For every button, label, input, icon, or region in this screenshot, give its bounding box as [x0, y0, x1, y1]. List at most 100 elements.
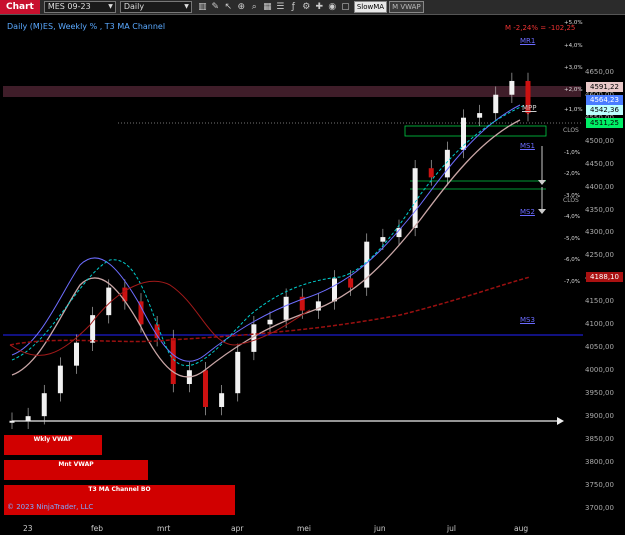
- candle-body: [267, 319, 273, 325]
- y-tick-label: 3800,00: [585, 458, 614, 467]
- candle-body: [74, 342, 79, 366]
- chart-tab[interactable]: Chart: [0, 0, 40, 14]
- copyright: © 2023 NinjaTrader, LLC: [7, 503, 94, 511]
- y-tick-label: 4500,00: [585, 136, 614, 145]
- instrument-selector[interactable]: MES 09-23 ▼: [43, 1, 116, 13]
- x-tick-label: 23: [23, 524, 33, 533]
- t3-upper-band: [11, 104, 521, 362]
- y-tick-label: 4100,00: [585, 320, 614, 329]
- horizontal-arrow-head: [557, 417, 564, 425]
- window-icon[interactable]: ▢: [340, 2, 351, 13]
- candle-body: [509, 80, 515, 95]
- monthly-vwap-box: Mnt VWAP: [4, 460, 148, 480]
- camera-icon[interactable]: ◉: [327, 2, 338, 13]
- close-label-1: CLOS: [563, 127, 579, 134]
- candle-body: [57, 365, 63, 394]
- y-tick-label: 3850,00: [585, 435, 614, 444]
- pct-level-label: -3,0%: [564, 193, 580, 199]
- y-tick-label: 3950,00: [585, 389, 614, 398]
- x-tick-label: jul: [447, 524, 456, 533]
- pct-level-label: +3,0%: [564, 65, 583, 71]
- y-tick-label: 4650,00: [585, 67, 614, 76]
- candle-body: [106, 287, 112, 316]
- fx-icon[interactable]: ƒ: [288, 2, 299, 13]
- y-tick-label: 4300,00: [585, 228, 614, 237]
- dropdown-arrow-icon: ▼: [184, 3, 189, 10]
- pencil-icon[interactable]: ✎: [210, 2, 221, 13]
- candle-body: [235, 351, 241, 394]
- candle-body: [380, 237, 386, 242]
- y-tick-label: 4050,00: [585, 343, 614, 352]
- pivot-mr1: MR1: [520, 37, 536, 45]
- properties-icon[interactable]: ☰: [275, 2, 286, 13]
- pivot-ms1: MS1: [520, 142, 535, 150]
- y-tick-label: 4450,00: [585, 159, 614, 168]
- x-tick-label: aug: [514, 524, 529, 533]
- candle-body: [477, 113, 483, 118]
- strategy-icon[interactable]: ⚙: [301, 2, 312, 13]
- pct-level-label: +5,0%: [564, 20, 583, 26]
- cursor-icon[interactable]: ↖: [223, 2, 234, 13]
- candle-body: [332, 278, 337, 302]
- y-tick-label: 3750,00: [585, 481, 614, 490]
- price-tag-4511: 4511,25: [586, 118, 623, 128]
- bar-chart-icon[interactable]: ▥: [197, 2, 208, 13]
- pivot-mpp: MPP: [522, 104, 537, 112]
- y-tick-label: 4250,00: [585, 251, 614, 260]
- support-box-1: [404, 125, 547, 137]
- y-tick-label: 3700,00: [585, 504, 614, 512]
- x-tick-label: mei: [297, 524, 312, 533]
- toolbar: Chart MES 09-23 ▼ Daily ▼ ▥ ✎ ↖ ⊕ ⌕ ▦ ☰ ƒ …: [0, 0, 625, 15]
- chart-title: Daily (M)ES, Weekly % , T3 MA Channel: [7, 22, 166, 31]
- pivot-ms2: MS2: [520, 208, 535, 216]
- candle-body: [283, 296, 289, 320]
- x-tick-label: mrt: [157, 524, 171, 533]
- y-tick-label: 3900,00: [585, 412, 614, 421]
- candle-body: [9, 420, 15, 423]
- red-channel-line: [9, 280, 311, 356]
- instrument-value: MES 09-23: [47, 2, 91, 11]
- grid-icon[interactable]: ▦: [262, 2, 273, 13]
- y-tick-label: 4150,00: [585, 297, 614, 306]
- x-tick-label: apr: [231, 524, 244, 533]
- candle-body: [41, 393, 47, 417]
- y-tick-label: 4000,00: [585, 366, 614, 375]
- weekly-vwap-box: Wkly VWAP: [4, 435, 102, 455]
- pivot-ms3: MS3: [520, 316, 535, 324]
- dropdown-arrow-icon: ▼: [108, 3, 113, 10]
- arrow-head-1: [538, 180, 546, 185]
- x-tick-label: jun: [374, 524, 386, 533]
- slowma-button[interactable]: SlowMA: [353, 1, 388, 13]
- candle-body: [493, 94, 499, 114]
- pct-level-label: +4,0%: [564, 43, 583, 49]
- candle-body: [219, 393, 225, 407]
- price-tag-4188: 4188,10: [586, 272, 623, 282]
- period-selector[interactable]: Daily ▼: [119, 1, 192, 13]
- pct-level-label: +1,0%: [564, 107, 583, 113]
- candle-body: [412, 168, 418, 228]
- mvwap-button[interactable]: M VWAP: [389, 1, 424, 13]
- pct-level-label: -7,0%: [564, 279, 580, 285]
- crosshair-icon[interactable]: ⊕: [236, 2, 247, 13]
- candle-body: [203, 370, 208, 407]
- pct-level-label: -5,0%: [564, 236, 580, 242]
- pct-level-label: -6,0%: [564, 257, 580, 263]
- pct-level-label: -1,0%: [564, 150, 580, 156]
- x-tick-label: feb: [91, 524, 104, 533]
- slow-ma-line: [11, 119, 521, 378]
- y-tick-label: 4400,00: [585, 182, 614, 191]
- price-tag-4564: 4564,23: [586, 95, 623, 105]
- candle-body: [428, 168, 434, 178]
- candle-body: [444, 149, 450, 178]
- arrow-head-2: [538, 209, 546, 214]
- candle-body: [348, 278, 354, 288]
- drawing-icon[interactable]: ✚: [314, 2, 325, 13]
- price-tag-4542: 4542,36: [586, 105, 623, 115]
- pct-level-label: -4,0%: [564, 214, 580, 220]
- zoom-icon[interactable]: ⌕: [249, 2, 260, 13]
- candle-body: [25, 416, 31, 421]
- pct-level-label: -2,0%: [564, 171, 580, 177]
- candle-body: [138, 301, 144, 325]
- price-tag-4591: 4591,22: [586, 82, 623, 92]
- period-value: Daily: [123, 2, 145, 11]
